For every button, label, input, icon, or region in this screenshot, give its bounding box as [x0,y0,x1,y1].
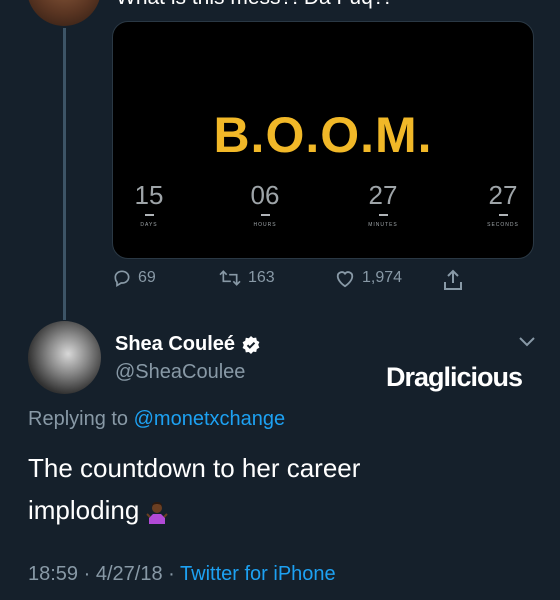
display-name-row[interactable]: Shea Couleé [115,333,261,356]
meta-separator: · [83,563,91,585]
profile-avatar[interactable] [28,321,101,394]
reply-button[interactable]: 69 [112,268,156,288]
user-handle[interactable]: @SheaCoulee [115,361,245,384]
countdown-divider [144,214,154,216]
like-count: 1,974 [362,269,403,286]
countdown-value: 27 [368,180,398,210]
person-shrugging-icon [146,502,169,525]
media-card[interactable]: B.O.O.M. 15 DAYS 06 HOURS 27 MINUTES 27 … [112,21,534,259]
countdown-hours: 06 HOURS [235,180,295,228]
retweet-count: 163 [248,269,275,286]
retweet-button[interactable]: 163 [218,268,275,288]
countdown-label: SECONDS [487,222,519,228]
countdown-divider [260,214,270,216]
countdown-days: 15 DAYS [119,180,179,228]
countdown-divider [498,214,508,216]
countdown-value: 27 [488,180,518,210]
media-headline: B.O.O.M. [213,107,433,163]
countdown-seconds: 27 SECONDS [473,180,533,228]
countdown-divider [378,214,388,216]
tweet-body: The countdown to her career imploding [28,453,361,525]
tweet-date: 4/27/18 [95,563,163,585]
countdown-label: MINUTES [368,222,398,228]
action-bar: 69 163 1,974 [0,268,560,296]
tweet-text: The countdown to her career imploding [28,447,448,531]
chevron-down-icon[interactable] [518,336,536,348]
reply-count: 69 [138,269,156,286]
display-name: Shea Couleé [115,333,236,355]
tweet-time: 18:59 [28,563,79,585]
tweet-meta: 18:59 · 4/27/18 · Twitter for iPhone [28,563,336,586]
share-icon [444,269,462,290]
verified-badge-icon [242,335,260,354]
previous-tweet-avatar[interactable] [27,0,101,26]
meta-separator: · [168,563,175,585]
retweet-icon [219,270,241,286]
countdown-label: DAYS [140,222,158,228]
replying-to-prefix: Replying to [28,408,129,430]
replying-to-line: Replying to @monetxchange [28,408,285,431]
countdown-minutes: 27 MINUTES [353,180,413,228]
tweet-source-link[interactable]: Twitter for iPhone [180,563,336,585]
like-button[interactable]: 1,974 [334,268,402,288]
share-button[interactable] [442,268,464,292]
countdown-value: 15 [134,180,164,210]
previous-tweet-text: What is this mess?! Da Fuq?! [116,0,390,10]
countdown-label: HOURS [253,222,277,228]
watermark-logo: Draglicious [386,362,523,392]
heart-icon [336,271,354,288]
countdown-value: 06 [250,180,280,210]
reply-icon [114,270,130,287]
replying-to-mention[interactable]: @monetxchange [134,408,286,430]
